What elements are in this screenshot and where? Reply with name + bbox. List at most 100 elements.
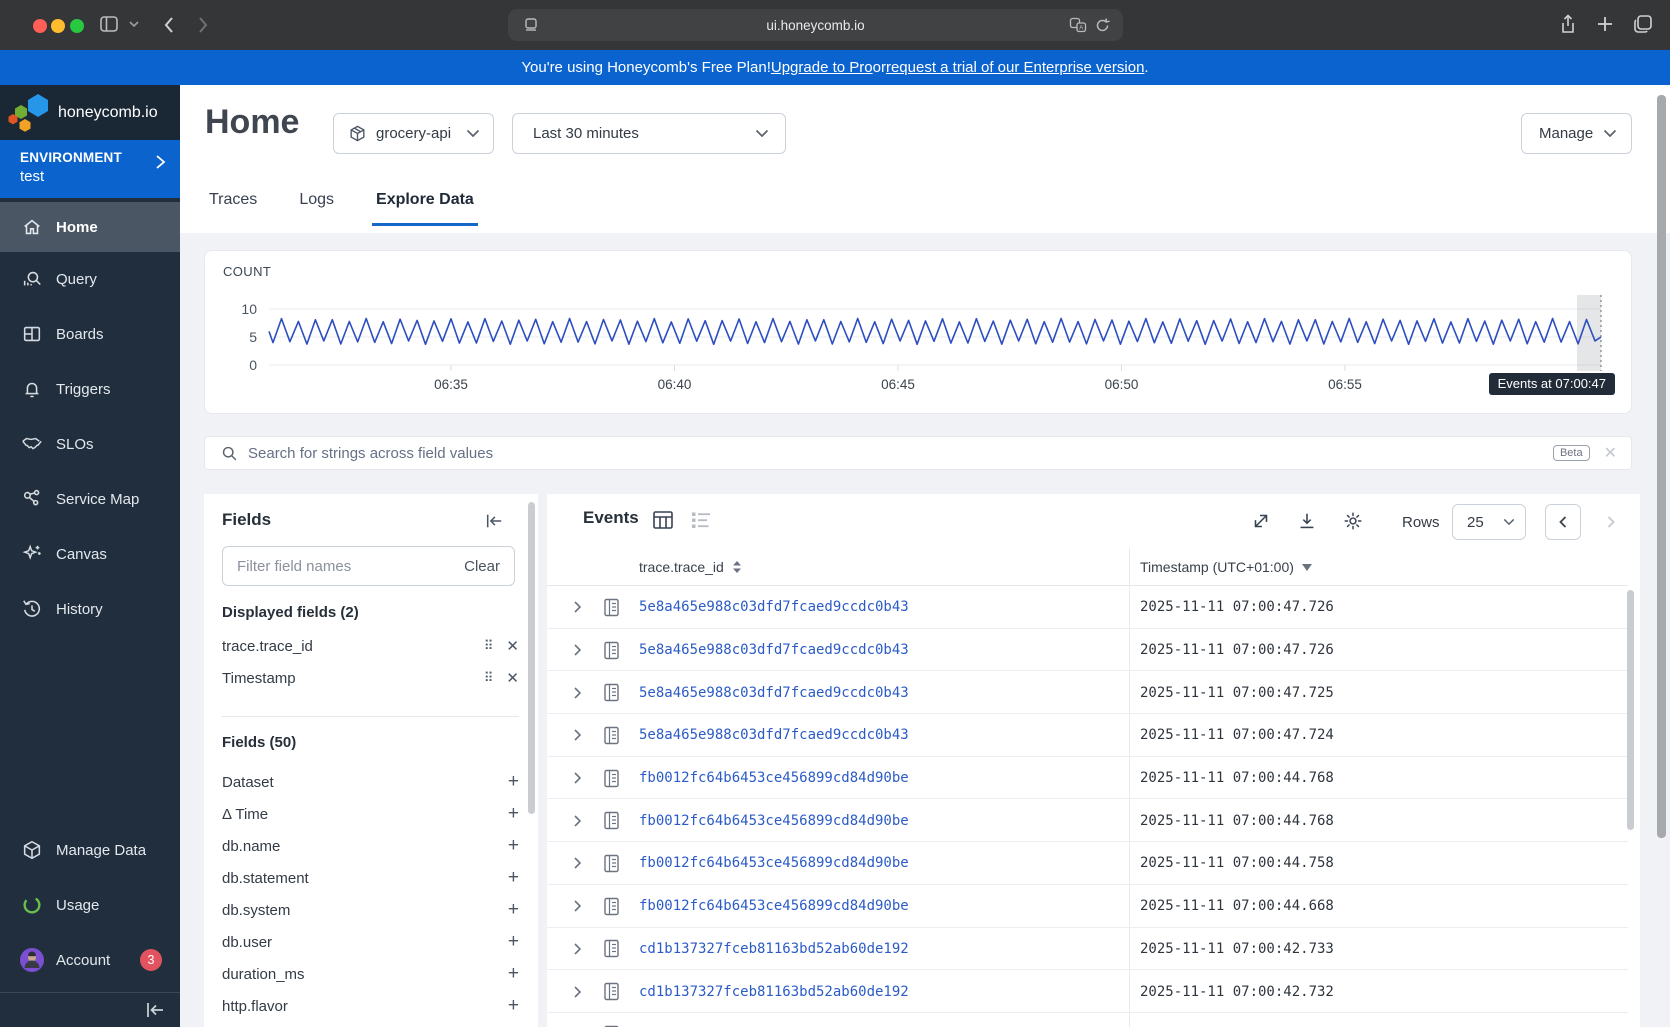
expand-icon[interactable] — [1250, 510, 1272, 532]
field-row[interactable]: Dataset + — [222, 766, 519, 798]
count-line-chart[interactable]: 0 5 10 06:35 06:40 06:45 06:50 06:55 — [205, 287, 1633, 413]
table-row[interactable]: 5e8a465e988c03dfd7fcaed9ccdc0b43 2025-11… — [547, 628, 1628, 672]
page-scrollbar[interactable] — [1657, 95, 1666, 838]
row-expand-chevron[interactable] — [573, 814, 582, 828]
row-expand-chevron[interactable] — [573, 942, 582, 956]
add-field-icon[interactable]: + — [508, 899, 519, 921]
trace-id-link[interactable]: 5e8a465e988c03dfd7fcaed9ccdc0b43 — [639, 727, 1129, 743]
table-row[interactable]: fb0012fc64b6453ce456899cd84d90be 2025-11… — [547, 756, 1628, 800]
chevron-down-icon[interactable] — [128, 19, 140, 29]
row-expand-chevron[interactable] — [573, 856, 582, 870]
row-details-icon[interactable] — [603, 897, 620, 916]
add-field-icon[interactable]: + — [508, 995, 519, 1017]
search-close-icon[interactable]: ✕ — [1604, 443, 1617, 463]
column-header-trace-id[interactable]: trace.trace_id — [639, 559, 724, 575]
new-tab-icon[interactable] — [1596, 15, 1614, 33]
fields-scrollbar[interactable] — [528, 502, 535, 814]
sort-icon[interactable] — [732, 560, 742, 574]
row-expand-chevron[interactable] — [573, 728, 582, 742]
reload-icon[interactable] — [1094, 17, 1111, 34]
row-details-icon[interactable] — [603, 769, 620, 788]
trace-id-link[interactable]: fb0012fc64b6453ce456899cd84d90be — [639, 898, 1129, 914]
row-details-icon[interactable] — [603, 683, 620, 702]
translate-icon[interactable]: A — [1069, 17, 1087, 33]
row-expand-chevron[interactable] — [573, 686, 582, 700]
upgrade-to-pro-link[interactable]: Upgrade to Pro — [771, 59, 873, 76]
reader-icon[interactable] — [522, 16, 540, 34]
clear-filter-button[interactable]: Clear — [464, 558, 500, 575]
table-row[interactable]: 5e8a465e988c03dfd7fcaed9ccdc0b43 2025-11… — [547, 586, 1628, 629]
trace-id-link[interactable]: cd1b137327fceb81163bd52ab60de192 — [639, 984, 1129, 1000]
row-details-icon[interactable] — [603, 811, 620, 830]
tab-logs[interactable]: Logs — [295, 183, 338, 226]
time-range-selector[interactable]: Last 30 minutes — [512, 113, 786, 154]
share-icon[interactable] — [1558, 13, 1578, 37]
field-row[interactable]: duration_ms + — [222, 958, 519, 990]
field-row[interactable]: db.user + — [222, 926, 519, 958]
previous-page-button[interactable] — [1545, 504, 1581, 540]
manage-button[interactable]: Manage — [1521, 113, 1632, 154]
sidebar-item-query[interactable]: Query — [0, 254, 180, 304]
table-row[interactable]: cd1b137327fceb81163bd52ab60de192 2025-11… — [547, 927, 1628, 971]
add-field-icon[interactable]: + — [508, 803, 519, 825]
remove-field-icon[interactable]: ✕ — [506, 669, 519, 687]
trace-id-link[interactable]: 5e8a465e988c03dfd7fcaed9ccdc0b43 — [639, 685, 1129, 701]
drag-handle-icon[interactable]: ⠿ — [484, 638, 495, 654]
sidebar-item-usage[interactable]: Usage — [0, 880, 180, 930]
back-icon[interactable] — [162, 15, 176, 35]
sidebar-item-boards[interactable]: Boards — [0, 309, 180, 359]
add-field-icon[interactable]: + — [508, 835, 519, 857]
enterprise-trial-link[interactable]: request a trial of our Enterprise versio… — [886, 59, 1144, 76]
row-expand-chevron[interactable] — [573, 771, 582, 785]
sidebar-item-home[interactable]: Home — [0, 202, 180, 252]
row-details-icon[interactable] — [603, 641, 620, 660]
row-expand-chevron[interactable] — [573, 600, 582, 614]
table-row[interactable]: cd1b137327fceb81163bd52ab60de192 2025-11… — [547, 1012, 1628, 1027]
field-row[interactable]: db.system + — [222, 894, 519, 926]
field-row[interactable]: http.flavor + — [222, 990, 519, 1022]
next-page-button[interactable] — [1593, 504, 1629, 540]
add-field-icon[interactable]: + — [508, 963, 519, 985]
sidebar-item-service-map[interactable]: Service Map — [0, 474, 180, 524]
column-header-timestamp[interactable]: Timestamp (UTC+01:00) — [1140, 559, 1294, 575]
trace-id-link[interactable]: cd1b137327fceb81163bd52ab60de192 — [639, 941, 1129, 957]
table-row[interactable]: fb0012fc64b6453ce456899cd84d90be 2025-11… — [547, 799, 1628, 843]
field-row[interactable]: db.statement + — [222, 862, 519, 894]
row-details-icon[interactable] — [603, 598, 620, 617]
trace-id-link[interactable]: fb0012fc64b6453ce456899cd84d90be — [639, 855, 1129, 871]
row-details-icon[interactable] — [603, 726, 620, 745]
table-row[interactable]: 5e8a465e988c03dfd7fcaed9ccdc0b43 2025-11… — [547, 671, 1628, 715]
address-bar[interactable]: ui.honeycomb.io A — [508, 9, 1123, 41]
table-row[interactable]: 5e8a465e988c03dfd7fcaed9ccdc0b43 2025-11… — [547, 714, 1628, 757]
trace-id-link[interactable]: fb0012fc64b6453ce456899cd84d90be — [639, 770, 1129, 786]
field-row[interactable]: Δ Time + — [222, 798, 519, 830]
honeycomb-logo[interactable]: honeycomb.io — [0, 85, 180, 140]
tab-explore-data[interactable]: Explore Data — [372, 183, 478, 226]
add-field-icon[interactable]: + — [508, 771, 519, 793]
sidebar-item-account[interactable]: Account 3 — [0, 935, 180, 985]
sidebar-item-history[interactable]: History — [0, 584, 180, 634]
sidebar-item-manage-data[interactable]: Manage Data — [0, 825, 180, 875]
drag-handle-icon[interactable]: ⠿ — [484, 670, 495, 686]
remove-field-icon[interactable]: ✕ — [506, 637, 519, 655]
sidebar-item-canvas[interactable]: Canvas — [0, 529, 180, 579]
tab-traces[interactable]: Traces — [205, 183, 261, 226]
row-expand-chevron[interactable] — [573, 643, 582, 657]
rows-per-page-select[interactable]: 25 — [1452, 504, 1526, 540]
trace-id-link[interactable]: 5e8a465e988c03dfd7fcaed9ccdc0b43 — [639, 642, 1129, 658]
add-field-icon[interactable]: + — [508, 867, 519, 889]
table-row[interactable]: fb0012fc64b6453ce456899cd84d90be 2025-11… — [547, 884, 1628, 928]
table-row[interactable]: cd1b137327fceb81163bd52ab60de192 2025-11… — [547, 970, 1628, 1013]
sidebar-item-slos[interactable]: SLOs — [0, 419, 180, 469]
row-details-icon[interactable] — [603, 854, 620, 873]
fields-collapse-icon[interactable] — [484, 512, 504, 530]
sidebar-toggle-icon[interactable] — [98, 13, 120, 35]
tab-overview-icon[interactable] — [1632, 13, 1654, 35]
trace-id-link[interactable]: fb0012fc64b6453ce456899cd84d90be — [639, 813, 1129, 829]
sidebar-item-triggers[interactable]: Triggers — [0, 364, 180, 414]
field-filter-input[interactable]: Filter field names Clear — [222, 546, 515, 586]
table-row[interactable]: fb0012fc64b6453ce456899cd84d90be 2025-11… — [547, 842, 1628, 885]
zoom-window-button[interactable] — [70, 19, 84, 33]
download-icon[interactable] — [1296, 510, 1318, 532]
field-row[interactable]: db.name + — [222, 830, 519, 862]
